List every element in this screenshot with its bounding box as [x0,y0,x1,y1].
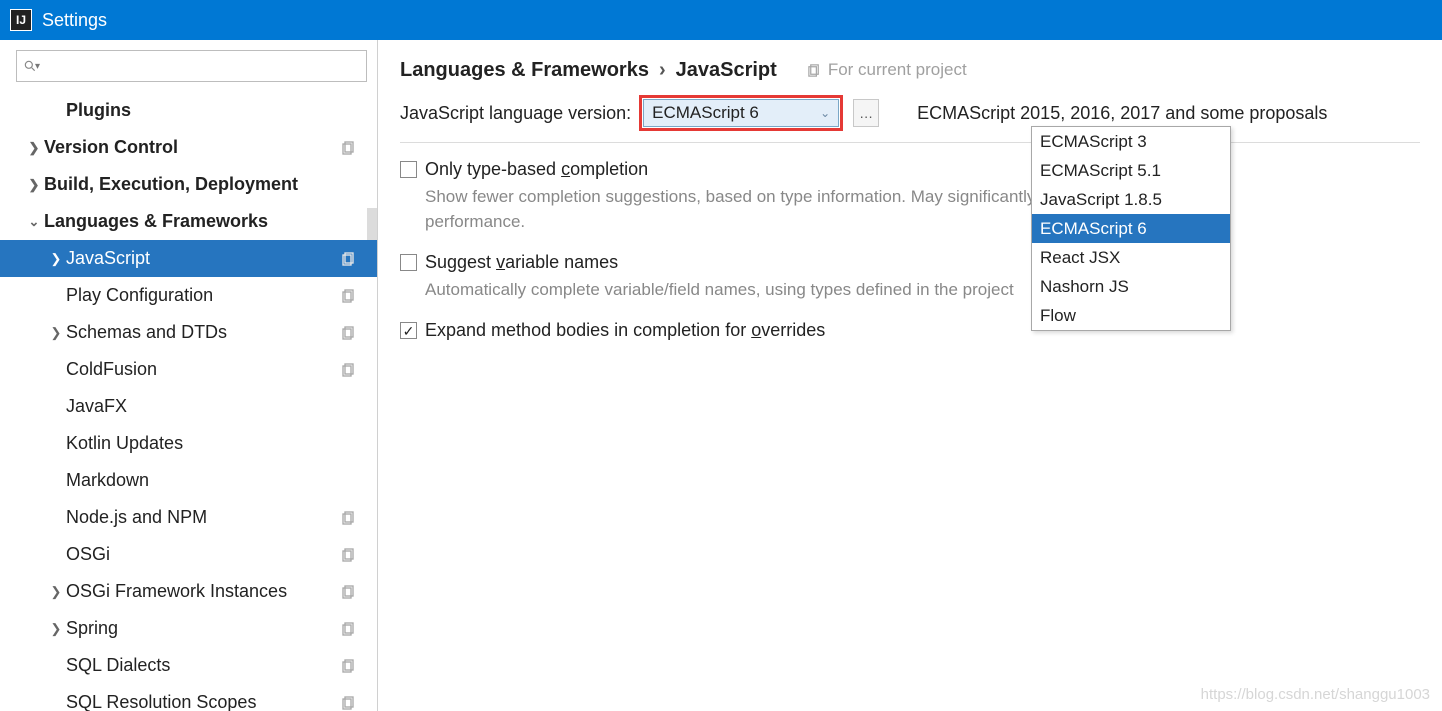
project-scope-icon [341,362,357,378]
chevron-down-icon: ⌄ [24,214,44,230]
sidebar-item-markdown[interactable]: ▶Markdown [0,462,377,499]
dialog-body: ▾ ▶Plugins ❯Version Control ❯Build, Exec… [0,40,1442,711]
breadcrumb: Languages & Frameworks › JavaScript For … [400,50,1420,90]
language-version-dropdown[interactable]: ECMAScript 3 ECMAScript 5.1 JavaScript 1… [1031,126,1231,331]
dropdown-item[interactable]: ECMAScript 3 [1032,127,1230,156]
sidebar-item-label: Schemas and DTDs [66,322,227,343]
dropdown-item-selected[interactable]: ECMAScript 6 [1032,214,1230,243]
breadcrumb-current: JavaScript [676,59,777,82]
sidebar-item-play-configuration[interactable]: ▶Play Configuration [0,277,377,314]
project-scope-icon [341,140,357,156]
dropdown-item[interactable]: Nashorn JS [1032,272,1230,301]
sidebar-item-label: OSGi Framework Instances [66,581,287,602]
checkbox-type-based-completion[interactable] [400,161,417,178]
chevron-right-icon: › [659,59,666,82]
breadcrumb-parent[interactable]: Languages & Frameworks [400,59,649,82]
dropdown-item[interactable]: Flow [1032,301,1230,330]
chevron-right-icon: ❯ [24,140,44,156]
sidebar-item-label: Plugins [66,100,131,121]
checkbox-suggest-variable-names[interactable] [400,254,417,271]
sidebar-item-label: ColdFusion [66,359,157,380]
sidebar-item-nodejs-npm[interactable]: ▶Node.js and NPM [0,499,377,536]
project-scope-icon [341,695,357,711]
select-value: ECMAScript 6 [652,103,759,123]
sidebar-item-label: SQL Dialects [66,655,170,676]
sidebar-item-label: OSGi [66,544,110,565]
project-scope-icon [341,621,357,637]
sidebar-item-label: Markdown [66,470,149,491]
dropdown-item[interactable]: JavaScript 1.8.5 [1032,185,1230,214]
sidebar-item-languages-frameworks[interactable]: ⌄Languages & Frameworks [0,203,377,240]
project-scope-icon [341,251,357,267]
app-logo-icon: IJ [10,9,32,31]
sidebar-item-coldfusion[interactable]: ▶ColdFusion [0,351,377,388]
language-version-more-button[interactable]: … [853,99,879,127]
scope-text: For current project [828,60,967,80]
chevron-right-icon: ❯ [46,621,66,637]
sidebar-item-osgi-framework-instances[interactable]: ❯OSGi Framework Instances [0,573,377,610]
option-suggest-variable-names: Suggest variable names Automatically com… [400,248,1420,303]
language-version-label: JavaScript language version: [400,103,631,124]
sidebar-item-kotlin-updates[interactable]: ▶Kotlin Updates [0,425,377,462]
sidebar-item-label: Version Control [44,137,178,158]
highlight-box: ECMAScript 6 ⌄ [639,95,843,131]
option-expand-method-bodies: Expand method bodies in completion for o… [400,317,1420,345]
divider [400,142,1420,143]
sidebar-item-label: Spring [66,618,118,639]
project-scope-icon [341,584,357,600]
main-panel: Languages & Frameworks › JavaScript For … [378,40,1442,711]
sidebar-item-label: Languages & Frameworks [44,211,268,232]
dropdown-item[interactable]: React JSX [1032,243,1230,272]
sidebar-item-label: Kotlin Updates [66,433,183,454]
sidebar-item-sql-resolution-scopes[interactable]: ▶SQL Resolution Scopes [0,684,377,711]
option-label: Only type-based completion [425,159,648,180]
chevron-right-icon: ❯ [46,251,66,267]
option-label: Expand method bodies in completion for o… [425,320,825,341]
sidebar: ▾ ▶Plugins ❯Version Control ❯Build, Exec… [0,40,378,711]
sidebar-item-label: Build, Execution, Deployment [44,174,298,195]
watermark: https://blog.csdn.net/shanggu1003 [1201,686,1430,703]
settings-tree: ▶Plugins ❯Version Control ❯Build, Execut… [0,88,377,711]
project-scope-icon [341,547,357,563]
project-scope-icon [341,325,357,341]
sidebar-item-sql-dialects[interactable]: ▶SQL Dialects [0,647,377,684]
chevron-down-icon: ⌄ [820,106,830,120]
sidebar-item-label: Node.js and NPM [66,507,207,528]
option-type-based-completion: Only type-based completion Show fewer co… [400,155,1420,234]
sidebar-item-label: SQL Resolution Scopes [66,692,256,711]
search-dropdown-icon: ▾ [35,61,40,72]
sidebar-item-schemas-dtds[interactable]: ❯Schemas and DTDs [0,314,377,351]
project-scope-icon [807,63,822,78]
sidebar-item-label: JavaScript [66,248,150,269]
sidebar-item-version-control[interactable]: ❯Version Control [0,129,377,166]
sidebar-item-plugins[interactable]: ▶Plugins [0,92,377,129]
language-version-select[interactable]: ECMAScript 6 ⌄ [643,99,839,127]
scope-label: For current project [807,60,967,80]
sidebar-item-label: Play Configuration [66,285,213,306]
titlebar: IJ Settings [0,0,1442,40]
sidebar-item-javascript[interactable]: ❯JavaScript [0,240,377,277]
sidebar-item-spring[interactable]: ❯Spring [0,610,377,647]
project-scope-icon [341,658,357,674]
chevron-right-icon: ❯ [46,325,66,341]
sidebar-item-label: JavaFX [66,396,127,417]
option-label: Suggest variable names [425,252,618,273]
project-scope-icon [341,510,357,526]
language-version-description: ECMAScript 2015, 2016, 2017 and some pro… [917,103,1327,124]
search-field[interactable] [44,58,360,75]
sidebar-item-osgi[interactable]: ▶OSGi [0,536,377,573]
window-title: Settings [42,10,107,31]
chevron-right-icon: ❯ [24,177,44,193]
chevron-right-icon: ❯ [46,584,66,600]
project-scope-icon [341,288,357,304]
dropdown-item[interactable]: ECMAScript 5.1 [1032,156,1230,185]
language-version-row: JavaScript language version: ECMAScript … [400,90,1420,136]
sidebar-item-javafx[interactable]: ▶JavaFX [0,388,377,425]
sidebar-item-build-execution-deployment[interactable]: ❯Build, Execution, Deployment [0,166,377,203]
search-input[interactable]: ▾ [16,50,367,82]
checkbox-expand-method-bodies[interactable] [400,322,417,339]
